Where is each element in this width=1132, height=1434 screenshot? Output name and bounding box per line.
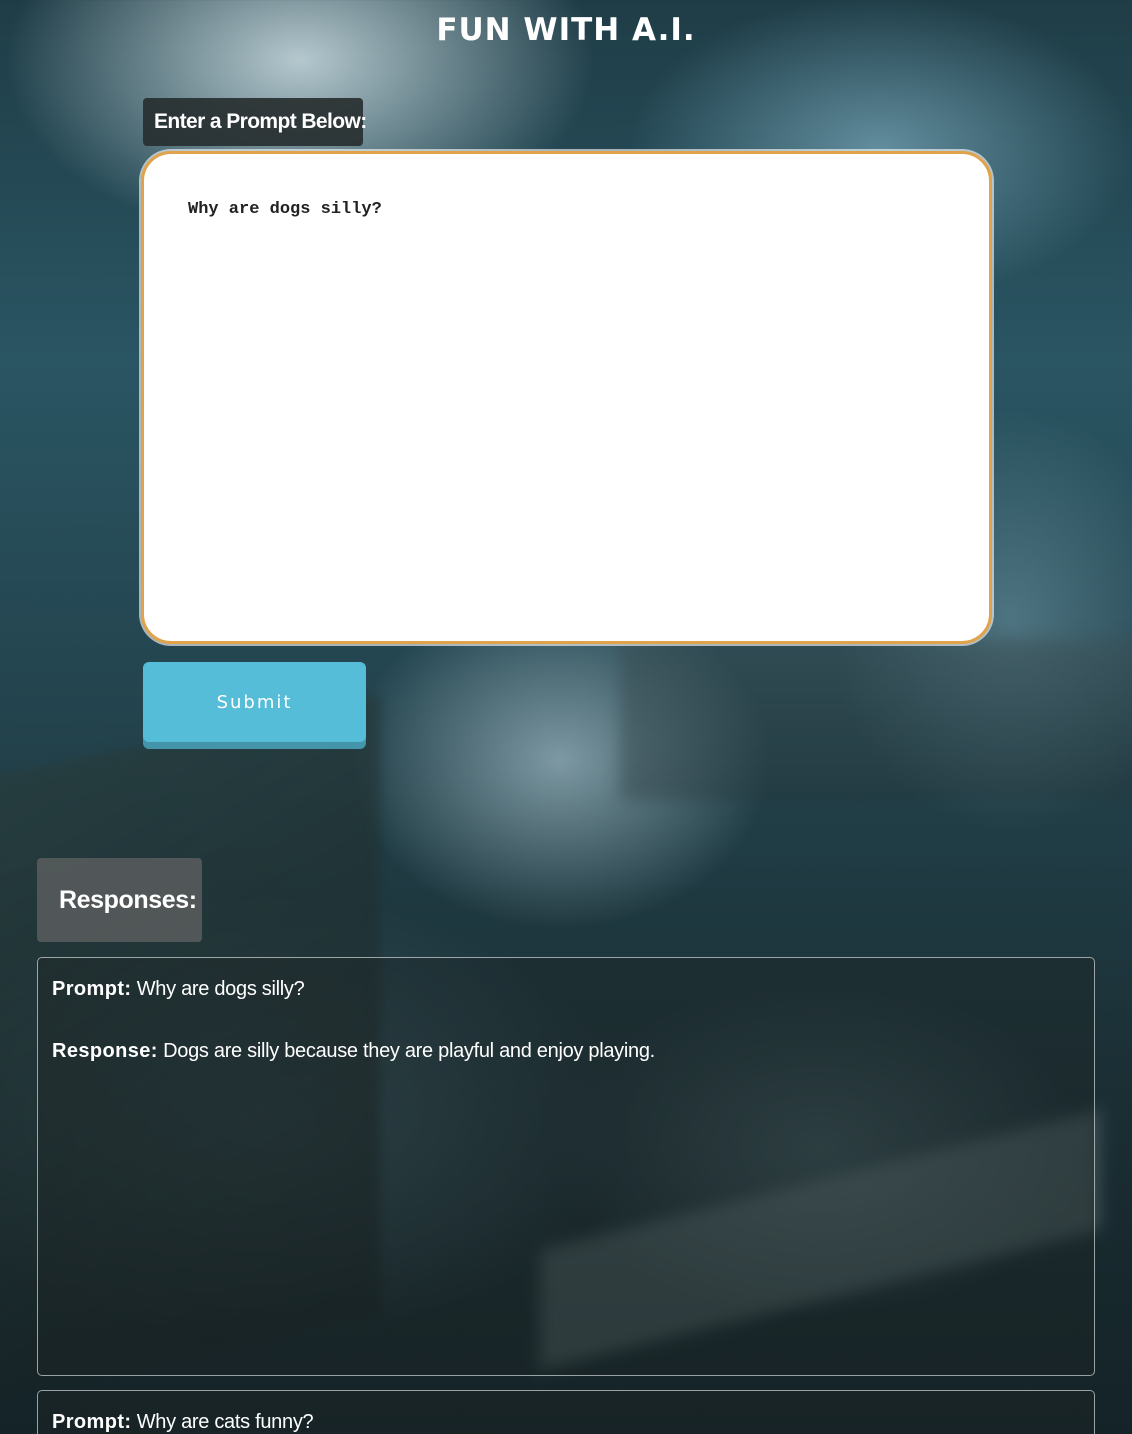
response-card: Prompt: Why are dogs silly? Response: Do… xyxy=(37,957,1095,1376)
prompt-key: Prompt: xyxy=(52,978,132,1000)
prompt-text: Why are dogs silly? xyxy=(136,978,305,1000)
response-key: Response: xyxy=(52,1040,158,1062)
prompt-text: Why are cats funny? xyxy=(136,1411,314,1433)
prompt-key: Prompt: xyxy=(52,1411,132,1433)
response-card: Prompt: Why are cats funny? xyxy=(37,1390,1095,1434)
prompt-line: Prompt: Why are cats funny? xyxy=(52,1407,1080,1434)
response-line: Response: Dogs are silly because they ar… xyxy=(52,1036,1080,1066)
prompt-label: Enter a Prompt Below: xyxy=(143,98,367,146)
background-screen xyxy=(620,640,1132,800)
page-title: FUN WITH A.I. xyxy=(436,12,696,48)
prompt-input[interactable]: Why are dogs silly? xyxy=(141,151,992,644)
response-text: Dogs are silly because they are playful … xyxy=(163,1040,655,1062)
submit-button[interactable]: Submit xyxy=(143,662,366,742)
prompt-line: Prompt: Why are dogs silly? xyxy=(52,974,1080,1004)
responses-heading: Responses: xyxy=(37,858,202,942)
